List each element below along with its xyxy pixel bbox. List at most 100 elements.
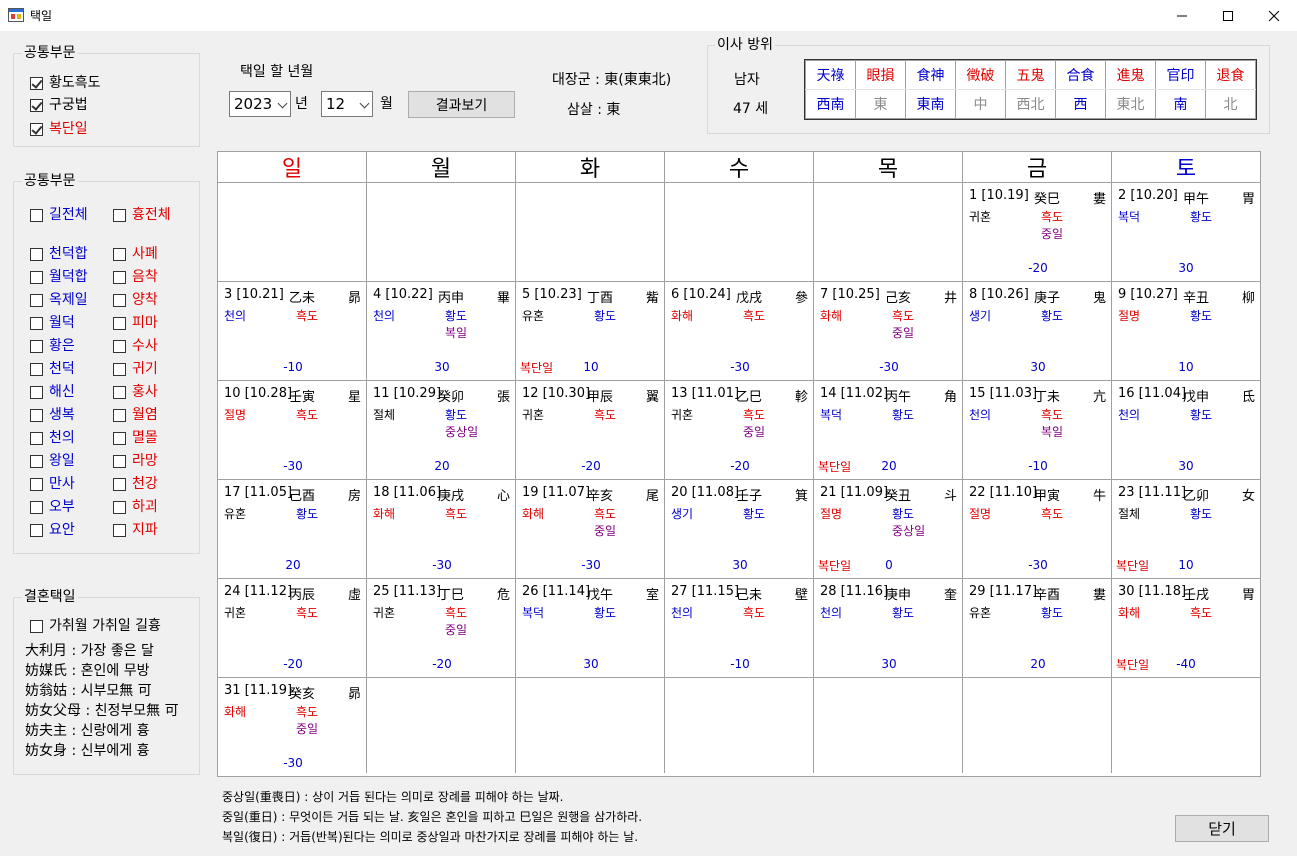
checkbox-box[interactable] [30,408,43,422]
checkbox-hyung[interactable]: 홍사 [113,384,158,400]
calendar-day[interactable]: 6 [10.24] 戊戌 參 화해 흑도 -30 [665,282,814,381]
calendar-day[interactable]: 20 [11.08] 壬子 箕 생기 황도 30 [665,480,814,579]
calendar-day[interactable]: 13 [11.01] 乙巳 軫 귀혼 흑도 중일 -20 [665,381,814,480]
checkbox-hyung[interactable]: 사폐 [113,246,158,262]
checkbox-hyung[interactable]: 양착 [113,292,158,308]
checkbox-box[interactable] [30,293,43,307]
checkbox-box[interactable] [113,385,126,399]
maximize-button[interactable] [1205,0,1251,31]
calendar-day[interactable]: 31 [11.19] 癸亥 昴 화해 흑도 중일 -30 [218,678,367,773]
calendar-day[interactable]: 10 [10.28] 壬寅 星 절명 흑도 -30 [218,381,367,480]
checkbox-gugung[interactable]: 구궁법 [30,97,88,113]
calendar-day[interactable]: 21 [11.09] 癸丑 斗 절명 황도 중상일 복단일 0 [814,480,963,579]
checkbox-gil[interactable]: 왕일 [30,453,75,469]
calendar-day[interactable]: 26 [11.14] 戊午 室 복덕 황도 30 [516,579,665,678]
calendar-day[interactable]: 23 [11.11] 乙卯 女 절체 황도 복단일 10 [1112,480,1260,579]
calendar-day[interactable]: 17 [11.05] 己酉 房 유혼 황도 20 [218,480,367,579]
checkbox-box[interactable] [30,500,43,514]
checkbox-box[interactable] [30,270,43,284]
calendar-day[interactable]: 30 [11.18] 壬戌 胃 화해 흑도 복단일 -40 [1112,579,1260,678]
checkbox-hyung[interactable]: 귀기 [113,361,158,377]
checkbox-hyung[interactable]: 하괴 [113,499,158,515]
checkbox-gil-all[interactable]: 길전체 [30,207,88,223]
checkbox-box[interactable] [30,477,43,491]
checkbox-hyung[interactable]: 멸몰 [113,430,158,446]
calendar-day[interactable]: 12 [10.30] 甲辰 翼 귀혼 흑도 -20 [516,381,665,480]
checkbox-hyung[interactable]: 지파 [113,522,158,538]
minimize-button[interactable] [1159,0,1205,31]
checkbox-hyung[interactable]: 라망 [113,453,158,469]
checkbox-box[interactable] [113,477,126,491]
checkbox-hyung[interactable]: 음착 [113,269,158,285]
calendar-day[interactable]: 25 [11.13] 丁巳 危 귀혼 흑도 중일 -20 [367,579,516,678]
calendar-day[interactable]: 27 [11.15] 己未 壁 천의 흑도 -10 [665,579,814,678]
calendar-day[interactable]: 28 [11.16] 庚申 奎 천의 황도 30 [814,579,963,678]
checkbox-gil[interactable]: 옥제일 [30,292,88,308]
checkbox-hyung[interactable]: 피마 [113,315,158,331]
calendar-day[interactable]: 7 [10.25] 己亥 井 화해 흑도 중일 -30 [814,282,963,381]
calendar-day[interactable]: 15 [11.03] 丁未 亢 천의 흑도 복일 -10 [963,381,1112,480]
checkbox-box[interactable] [113,293,126,307]
checkbox-gil[interactable]: 월덕 [30,315,75,331]
calendar-day[interactable]: 2 [10.20] 甲午 胃 복덕 황도 30 [1112,183,1260,282]
calendar-day[interactable]: 8 [10.26] 庚子 鬼 생기 황도 30 [963,282,1112,381]
close-button[interactable]: 닫기 [1175,815,1269,842]
checkbox-box[interactable] [30,619,43,633]
checkbox-gil[interactable]: 천덕합 [30,246,88,262]
checkbox-gil[interactable]: 월덕합 [30,269,88,285]
checkbox-gil[interactable]: 황은 [30,338,75,354]
checkbox-box[interactable] [113,339,126,353]
checkbox-box[interactable] [30,208,43,222]
checkbox-box[interactable] [30,385,43,399]
checkbox-box[interactable] [113,362,126,376]
calendar-day[interactable]: 18 [11.06] 庚戌 心 화해 흑도 -30 [367,480,516,579]
calendar-day[interactable]: 29 [11.17] 辛酉 婁 유혼 황도 20 [963,579,1112,678]
checkbox-gil[interactable]: 요안 [30,522,75,538]
checkbox-gil[interactable]: 천덕 [30,361,75,377]
close-window-button[interactable] [1251,0,1297,31]
checkbox-marriage-month[interactable]: 가취월 가취일 길흉 [30,618,161,634]
checkbox-box[interactable] [113,500,126,514]
checkbox-bokdan[interactable]: 복단일 [30,121,88,137]
calendar-day[interactable]: 11 [10.29] 癸卯 張 절체 황도 중상일 20 [367,381,516,480]
checkbox-box[interactable] [30,76,43,90]
checkbox-hwangdo[interactable]: 황도흑도 [30,75,101,91]
calendar-day[interactable]: 3 [10.21] 乙未 昴 천의 흑도 -10 [218,282,367,381]
checkbox-hyung-all[interactable]: 흉전체 [113,207,171,223]
calendar-day[interactable]: 4 [10.22] 丙申 畢 천의 황도 복일 30 [367,282,516,381]
checkbox-hyung[interactable]: 천강 [113,476,158,492]
checkbox-gil[interactable]: 천의 [30,430,75,446]
checkbox-box[interactable] [30,316,43,330]
checkbox-box[interactable] [30,339,43,353]
checkbox-hyung[interactable]: 월염 [113,407,158,423]
show-result-button[interactable]: 결과보기 [408,91,515,118]
checkbox-box[interactable] [113,523,126,537]
checkbox-gil[interactable]: 생복 [30,407,75,423]
calendar-day[interactable]: 9 [10.27] 辛丑 柳 절명 황도 10 [1112,282,1260,381]
checkbox-gil[interactable]: 해신 [30,384,75,400]
checkbox-box[interactable] [113,247,126,261]
checkbox-box[interactable] [113,408,126,422]
calendar-day[interactable]: 1 [10.19] 癸巳 婁 귀혼 흑도 중일 -20 [963,183,1112,282]
checkbox-box[interactable] [30,523,43,537]
checkbox-box[interactable] [30,122,43,136]
calendar-day[interactable]: 24 [11.12] 丙辰 虛 귀혼 흑도 -20 [218,579,367,678]
checkbox-box[interactable] [30,362,43,376]
calendar-day[interactable]: 14 [11.02] 丙午 角 복덕 황도 복단일 20 [814,381,963,480]
checkbox-box[interactable] [30,98,43,112]
checkbox-box[interactable] [113,270,126,284]
calendar-day[interactable]: 19 [11.07] 辛亥 尾 화해 흑도 중일 -30 [516,480,665,579]
checkbox-box[interactable] [113,208,126,222]
calendar-day[interactable]: 5 [10.23] 丁酉 觜 유혼 황도 복단일 10 [516,282,665,381]
checkbox-box[interactable] [113,431,126,445]
month-select[interactable]: 12 [321,91,373,117]
calendar-day[interactable]: 16 [11.04] 戊申 氐 천의 황도 30 [1112,381,1260,480]
checkbox-gil[interactable]: 만사 [30,476,75,492]
checkbox-box[interactable] [113,454,126,468]
year-select[interactable]: 2023 [229,91,291,117]
checkbox-box[interactable] [30,454,43,468]
checkbox-gil[interactable]: 오부 [30,499,75,515]
calendar-day[interactable]: 22 [11.10] 甲寅 牛 절명 흑도 -30 [963,480,1112,579]
checkbox-box[interactable] [30,431,43,445]
checkbox-box[interactable] [30,247,43,261]
